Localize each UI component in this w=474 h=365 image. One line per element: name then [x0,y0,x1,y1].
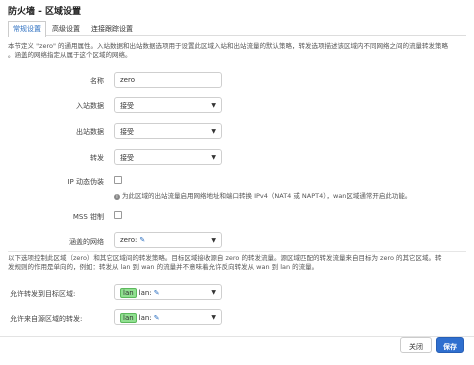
input-policy-label: 入站数据 [76,102,104,110]
masquerading-hint: i 为此区域的出站流量启用网络地址和端口转换 IPv4（NAT4 或 NAPT4）… [114,190,411,200]
section-divider [8,251,466,252]
tab-conntrack[interactable]: 连接跟踪设置 [86,21,138,36]
dialog-title: 防火墙 - 区域设置 [8,7,82,17]
forward-src-label: 允许来自源区域的转发: [10,315,83,323]
chevron-down-icon: ▼ [211,154,216,161]
zone-settings-dialog: 防火墙 - 区域设置 常规设置 高级设置 连接跟踪设置 本节定义 "zero" … [0,0,474,365]
name-input-value: zero [120,76,135,84]
forward-dest-select[interactable]: lan lan: ✎ ▼ [114,284,222,300]
forward-policy-value: 接受 [120,154,134,162]
pencil-icon: ✎ [139,236,146,244]
covered-networks-select[interactable]: zero: ✎ ▼ [114,232,222,248]
forwarding-description: 以下选项控制此区域（zero）和其它区域间的转发策略。目标区域接收源自 zero… [8,254,468,272]
pencil-icon: ✎ [153,289,160,297]
zone-tag-lan-networks: lan: [138,314,152,322]
chevron-down-icon: ▼ [211,128,216,135]
name-input[interactable]: zero [114,72,222,88]
masquerading-checkbox[interactable] [114,176,122,184]
name-label: 名称 [90,77,104,85]
info-icon: i [114,194,120,200]
zone-tag-lan: lan [120,313,137,323]
output-policy-label: 出站数据 [76,128,104,136]
output-policy-value: 接受 [120,128,134,136]
tab-advanced[interactable]: 高级设置 [47,21,85,36]
covered-networks-value: zero: [120,236,138,244]
chevron-down-icon: ▼ [211,289,216,296]
covered-networks-label: 涵盖的网络 [69,238,104,246]
close-button[interactable]: 关闭 [400,337,432,353]
save-button[interactable]: 保存 [436,337,464,353]
tab-general[interactable]: 常规设置 [8,21,46,37]
forwarding-description-line2: 发规则的作用是单向的，例如：转发从 lan 到 wan 的流量并不意味着允许反向… [8,263,319,271]
forward-policy-select[interactable]: 接受 ▼ [114,149,222,165]
mss-clamping-label: MSS 钳制 [72,213,104,221]
chevron-down-icon: ▼ [211,314,216,321]
forwarding-description-line1: 以下选项控制此区域（zero）和其它区域间的转发策略。目标区域接收源自 zero… [8,254,442,262]
mss-clamping-checkbox[interactable] [114,211,122,219]
forward-policy-label: 转发 [90,154,104,162]
zone-tag-lan: lan [120,288,137,298]
input-policy-value: 接受 [120,102,134,110]
general-description: 本节定义 "zero" 的通用属性。入站数据和出站数据选项用于设置此区域入站和出… [8,42,468,60]
masquerading-label: IP 动态伪装 [67,178,104,186]
zone-tag-lan-networks: lan: [138,289,152,297]
forward-dest-label: 允许转发到目标区域: [10,290,76,298]
output-policy-select[interactable]: 接受 ▼ [114,123,222,139]
general-description-line1: 本节定义 "zero" 的通用属性。入站数据和出站数据选项用于设置此区域入站和出… [8,42,449,50]
forward-src-select[interactable]: lan lan: ✎ ▼ [114,309,222,325]
input-policy-select[interactable]: 接受 ▼ [114,97,222,113]
pencil-icon: ✎ [153,314,160,322]
chevron-down-icon: ▼ [211,237,216,244]
chevron-down-icon: ▼ [211,102,216,109]
tab-bar: 常规设置 高级设置 连接跟踪设置 [8,21,466,37]
masquerading-hint-text: 为此区域的出站流量启用网络地址和端口转换 IPv4（NAT4 或 NAPT4），… [122,192,412,200]
general-description-line2: 。涵盖的网络指定从属于这个区域的网络。 [8,51,132,59]
